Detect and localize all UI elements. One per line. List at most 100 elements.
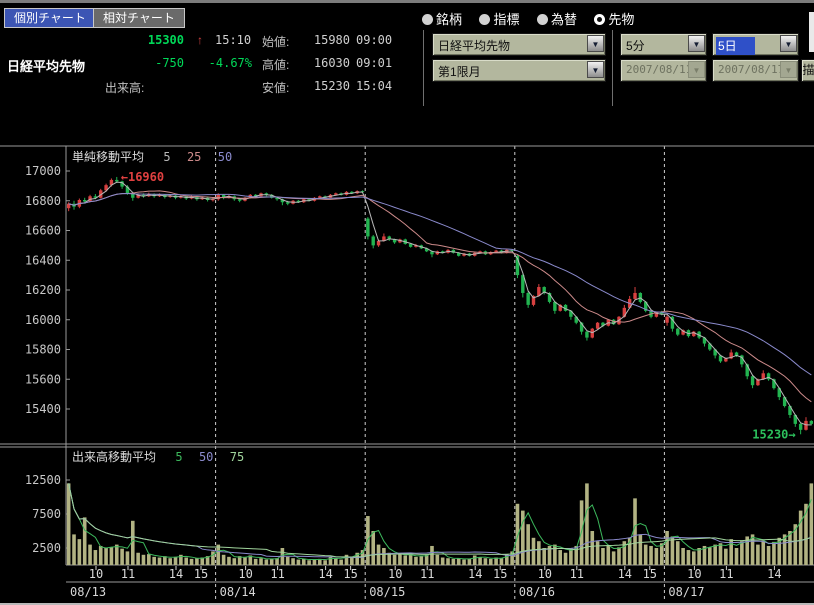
svg-text:11: 11 xyxy=(270,567,284,581)
radio-futures[interactable]: 先物 xyxy=(594,9,634,28)
price-ma-period-25: 25 xyxy=(186,150,202,164)
date-from-value: 2007/08/11 xyxy=(626,63,693,76)
dropdown-arrow-icon[interactable]: ▼ xyxy=(688,35,705,52)
svg-text:15: 15 xyxy=(493,567,507,581)
svg-text:16400: 16400 xyxy=(25,253,61,267)
radio-stock-label: 銘柄 xyxy=(436,12,463,27)
low-value: 15230 xyxy=(313,79,350,93)
contract-month-select[interactable]: 第1限月 ▼ xyxy=(432,59,606,82)
radio-index[interactable]: 指標 xyxy=(479,9,519,28)
radio-futures-label: 先物 xyxy=(608,12,635,27)
chart-app: 個別チャート 相対チャート 15300 ↑ 15:10 始値: 15980 09… xyxy=(0,0,814,605)
svg-text:10: 10 xyxy=(538,567,552,581)
svg-text:7500: 7500 xyxy=(32,507,61,521)
up-arrow-icon: ↑ xyxy=(197,33,203,47)
price-ma-lines xyxy=(68,181,812,426)
radio-stock[interactable]: 銘柄 xyxy=(422,9,462,28)
svg-text:14: 14 xyxy=(767,567,781,581)
svg-text:2500: 2500 xyxy=(32,541,61,555)
price-ma-label: 単純移動平均 xyxy=(72,150,145,164)
radio-index-label: 指標 xyxy=(493,12,520,27)
instrument-select[interactable]: 日経平均先物 ▼ xyxy=(432,33,606,56)
radio-selected-icon xyxy=(594,14,606,25)
dropdown-arrow-icon: ▼ xyxy=(780,61,797,78)
last-price: 15300 xyxy=(147,33,184,47)
day-separators xyxy=(215,146,665,600)
svg-text:08/15: 08/15 xyxy=(369,585,405,599)
svg-text:11: 11 xyxy=(570,567,584,581)
low-time: 15:04 xyxy=(356,79,393,93)
radio-icon xyxy=(536,14,548,25)
svg-text:12500: 12500 xyxy=(25,473,61,487)
open-value: 15980 xyxy=(313,33,350,47)
tab-individual-chart[interactable]: 個別チャート xyxy=(4,8,96,28)
svg-text:15600: 15600 xyxy=(25,372,61,386)
date-to-select: 2007/08/17 ▼ xyxy=(712,59,799,82)
svg-text:16800: 16800 xyxy=(25,194,61,208)
svg-text:08/17: 08/17 xyxy=(668,585,704,599)
price-volume-chart: 17000 16800 16600 16400 16200 16000 15800 15600… xyxy=(0,145,814,600)
svg-text:08/13: 08/13 xyxy=(70,585,106,599)
change-value: -750 xyxy=(155,56,184,70)
low-label: 安値: xyxy=(262,81,290,95)
price-annotation: ←16960 xyxy=(121,170,164,184)
candles xyxy=(66,176,814,435)
instrument-select-value: 日経平均先物 xyxy=(438,39,511,53)
high-time: 09:01 xyxy=(356,56,393,70)
price-ma-period-50: 50 xyxy=(217,150,233,164)
high-label: 高値: xyxy=(262,58,290,72)
svg-text:16200: 16200 xyxy=(25,283,61,297)
window-top-edge xyxy=(0,0,814,3)
svg-text:11: 11 xyxy=(420,567,434,581)
window-edge-artifact xyxy=(809,12,814,52)
date-from-select: 2007/08/11 ▼ xyxy=(620,59,707,82)
svg-text:08/14: 08/14 xyxy=(220,585,256,599)
contract-month-value: 第1限月 xyxy=(438,65,481,79)
svg-text:15: 15 xyxy=(343,567,357,581)
price-y-axis: 17000 16800 16600 16400 16200 16000 15800 15600… xyxy=(25,164,70,416)
dropdown-arrow-icon: ▼ xyxy=(688,61,705,78)
svg-text:10: 10 xyxy=(89,567,103,581)
draw-button[interactable]: 描 xyxy=(801,59,814,82)
price-ma-legend: 単純移動平均 5 25 50 xyxy=(72,148,245,165)
radio-fx[interactable]: 為替 xyxy=(536,9,577,28)
date-to-value: 2007/08/17 xyxy=(718,63,785,76)
svg-text:17000: 17000 xyxy=(25,164,61,178)
volume-ma-period-5: 5 xyxy=(175,450,183,464)
volume-ma-legend: 出来高移動平均 5 50 75 xyxy=(72,448,257,465)
change-percent: -4.67% xyxy=(208,56,252,70)
svg-text:16600: 16600 xyxy=(25,224,61,238)
svg-text:10: 10 xyxy=(687,567,701,581)
svg-text:15: 15 xyxy=(643,567,657,581)
volume-y-axis: 12500 7500 2500 xyxy=(25,473,70,555)
dropdown-arrow-icon[interactable]: ▼ xyxy=(587,35,604,52)
radio-icon xyxy=(479,14,491,25)
dropdown-arrow-icon[interactable]: ▼ xyxy=(780,35,797,52)
svg-text:11: 11 xyxy=(121,567,135,581)
volume-label: 出来高: xyxy=(105,81,145,95)
svg-text:15800: 15800 xyxy=(25,343,61,357)
svg-text:11: 11 xyxy=(719,567,733,581)
tab-relative-chart[interactable]: 相対チャート xyxy=(93,8,185,28)
volume-ma-period-50: 50 xyxy=(198,450,214,464)
svg-text:14: 14 xyxy=(618,567,632,581)
category-radio-group: 銘柄 指標 為替 先物 xyxy=(422,9,647,29)
svg-text:14: 14 xyxy=(318,567,332,581)
last-trade-time: 15:10 xyxy=(215,33,252,47)
svg-text:14: 14 xyxy=(169,567,183,581)
high-value: 16030 xyxy=(313,56,350,70)
volume-ma-period-75: 75 xyxy=(229,450,245,464)
open-time: 09:00 xyxy=(356,33,393,47)
interval-select[interactable]: 5分 ▼ xyxy=(620,33,707,56)
divider xyxy=(423,30,424,106)
instrument-name: 日経平均先物 xyxy=(7,59,86,74)
svg-text:10: 10 xyxy=(238,567,252,581)
price-annotation: 15230→ xyxy=(752,427,795,441)
radio-fx-label: 為替 xyxy=(550,12,577,27)
range-select[interactable]: 5日 ▼ xyxy=(712,33,799,56)
dropdown-arrow-icon[interactable]: ▼ xyxy=(587,61,604,78)
svg-text:14: 14 xyxy=(468,567,482,581)
svg-text:16000: 16000 xyxy=(25,313,61,327)
range-select-value: 5日 xyxy=(716,37,755,55)
radio-icon xyxy=(422,14,433,25)
